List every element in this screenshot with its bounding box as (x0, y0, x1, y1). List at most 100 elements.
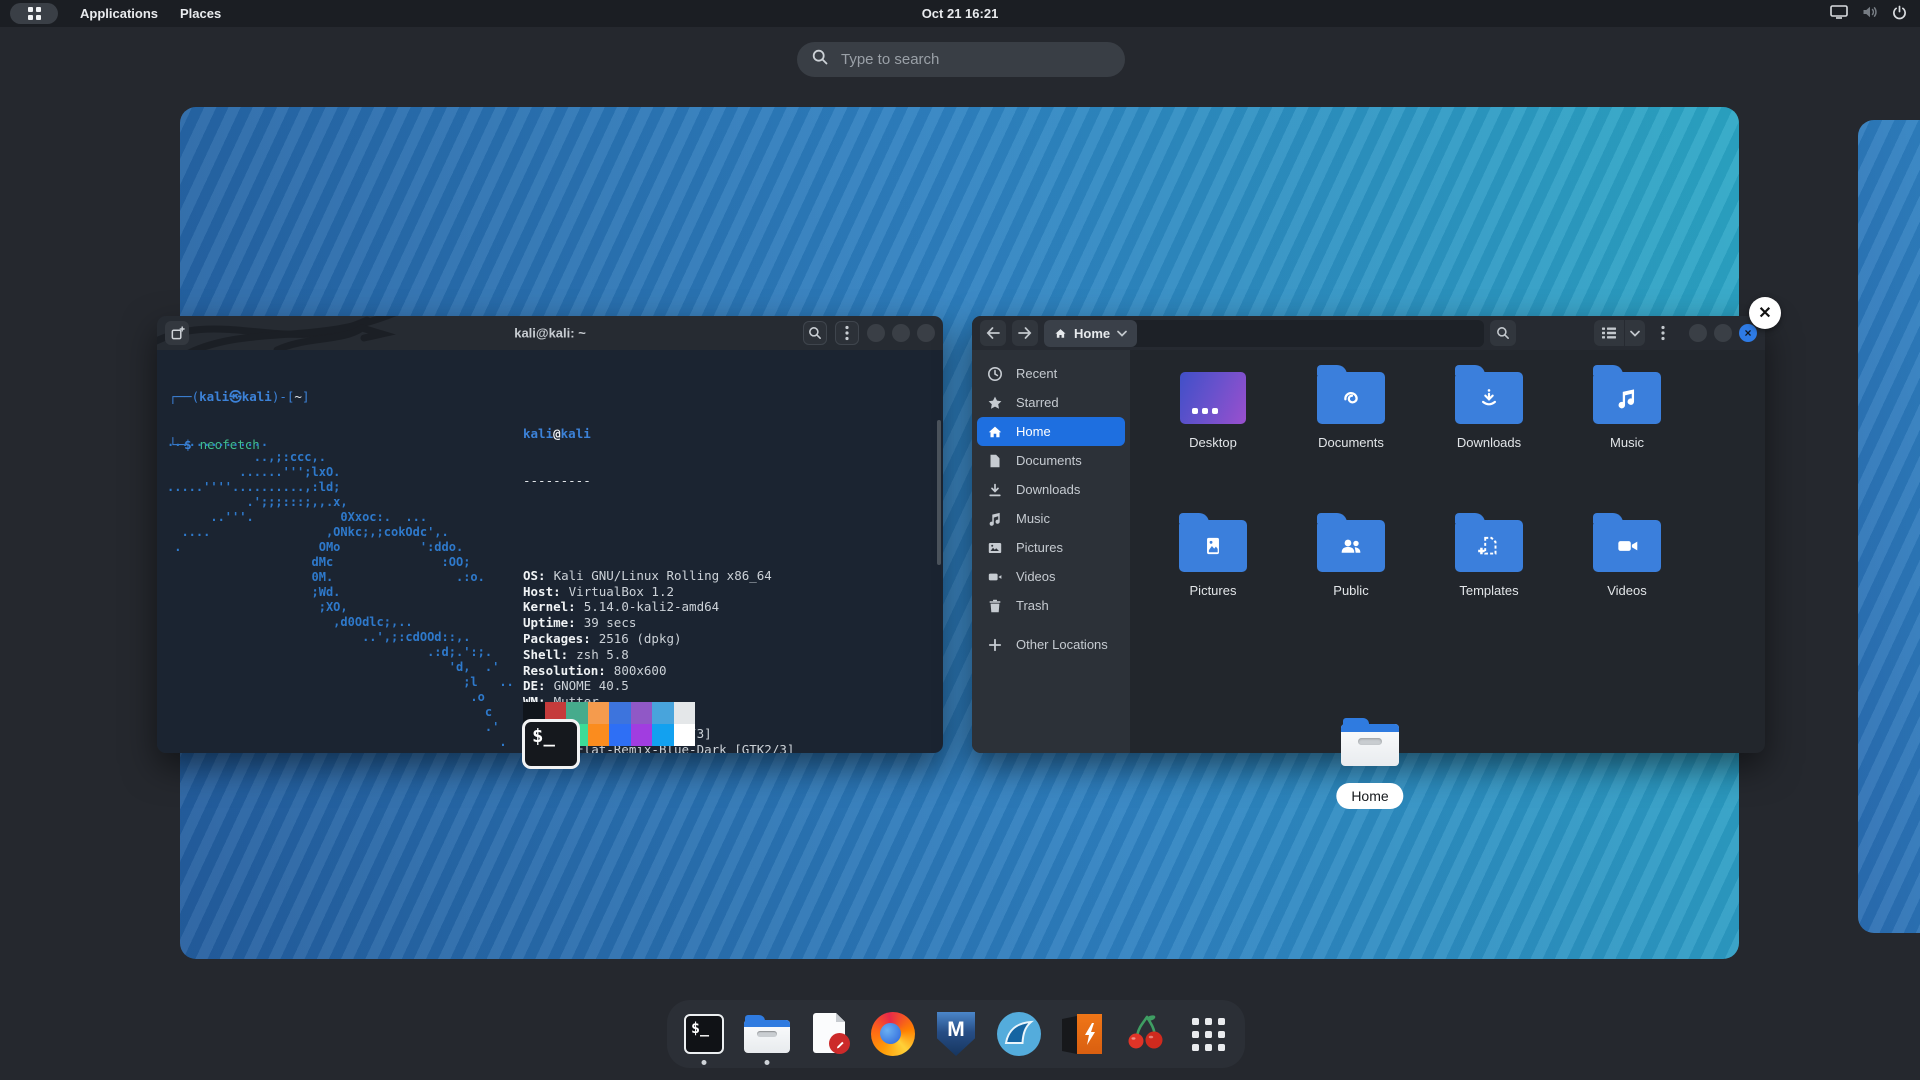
path-segment-home[interactable]: Home (1044, 320, 1137, 347)
sidebar-item[interactable]: Trash (977, 591, 1125, 620)
recent-icon (987, 366, 1003, 382)
neofetch-info-line: Host:VirtualBox 1.2 (523, 584, 802, 600)
file-grid-label: Public (1333, 583, 1368, 598)
terminal-search-button[interactable] (803, 321, 827, 345)
files-icon (744, 1015, 790, 1053)
location-bar[interactable]: Home (1044, 320, 1484, 347)
sidebar-item-label: Starred (1016, 395, 1059, 410)
files-app-badge (1341, 718, 1399, 766)
maximize-button[interactable] (892, 324, 910, 342)
path-label: Home (1074, 326, 1110, 341)
search-bar[interactable] (797, 42, 1125, 77)
dock-item-files[interactable] (744, 1011, 790, 1057)
sidebar-item[interactable]: Documents (977, 446, 1125, 475)
gnome-activities-overview: Applications Places Oct 21 16:21 (0, 0, 1920, 1080)
desktop-thumbnail-icon (1180, 372, 1246, 424)
terminal-window-controls (867, 324, 935, 342)
file-grid-item[interactable]: Downloads (1420, 362, 1558, 510)
file-grid-label: Videos (1607, 583, 1647, 598)
sidebar-item[interactable]: Music (977, 504, 1125, 533)
app-grid-dot (28, 15, 33, 20)
music-folder-icon (1593, 372, 1661, 424)
sidebar-item-label: Pictures (1016, 540, 1063, 555)
file-grid-item[interactable]: Music (1558, 362, 1696, 510)
metasploit-shield-icon: M (937, 1012, 975, 1056)
sidebar-item[interactable]: Home (977, 417, 1125, 446)
file-grid-item[interactable]: Videos (1558, 510, 1696, 658)
search-icon (812, 49, 828, 70)
kebab-menu-icon (845, 325, 849, 341)
list-view-button[interactable] (1594, 320, 1624, 346)
dock-item-cherrytree[interactable] (1122, 1011, 1168, 1057)
app-grid-dot (36, 7, 41, 12)
download-icon (987, 482, 1003, 498)
sidebar-item[interactable]: Other Locations (977, 630, 1125, 659)
file-grid-item[interactable]: Public (1282, 510, 1420, 658)
neofetch-info-line: DE:GNOME 40.5 (523, 678, 802, 694)
file-grid-item[interactable]: Templates (1420, 510, 1558, 658)
forward-button[interactable] (1012, 320, 1038, 346)
home-icon (987, 424, 1003, 440)
files-search-button[interactable] (1490, 320, 1516, 346)
window-close-overlay-button[interactable]: ✕ (1749, 297, 1781, 329)
dock-item-metasploit[interactable]: M (933, 1011, 979, 1057)
sidebar-item[interactable]: Videos (977, 562, 1125, 591)
sidebar-item[interactable]: Recent (977, 359, 1125, 388)
sidebar-item-label: Other Locations (1016, 637, 1108, 652)
new-tab-icon (170, 326, 185, 341)
terminal-scrollbar[interactable] (937, 420, 941, 565)
files-menu-button[interactable] (1651, 320, 1675, 346)
sidebar-item[interactable]: Starred (977, 388, 1125, 417)
sidebar-item-label: Home (1016, 424, 1051, 439)
palette-swatch (674, 724, 696, 746)
close-button[interactable]: × (1739, 324, 1757, 342)
app-grid-dot (28, 7, 33, 12)
search-input[interactable] (839, 50, 1110, 69)
dock-item-show-apps[interactable] (1185, 1011, 1231, 1057)
file-grid-item[interactable]: Documents (1282, 362, 1420, 510)
new-tab-button[interactable] (165, 321, 189, 345)
view-toggle (1594, 320, 1645, 346)
file-grid-label: Templates (1459, 583, 1518, 598)
back-button[interactable] (980, 320, 1006, 346)
minimize-button[interactable] (1689, 324, 1707, 342)
file-grid-item[interactable]: Desktop (1144, 362, 1282, 510)
search-icon (808, 326, 822, 340)
minimize-button[interactable] (867, 324, 885, 342)
palette-swatch (652, 702, 674, 724)
file-grid-item[interactable]: Pictures (1144, 510, 1282, 658)
window-files[interactable]: Home × (972, 316, 1765, 753)
sidebar-item-label: Videos (1016, 569, 1056, 584)
window-terminal[interactable]: kali@kali: ~ ┌──(kali㉿kali)-[~] └─$neofe… (157, 316, 943, 753)
downloads-folder-icon (1455, 372, 1523, 424)
places-menu[interactable]: Places (180, 6, 221, 21)
file-grid-label: Pictures (1190, 583, 1237, 598)
palette-swatch (609, 702, 631, 724)
dock-item-firefox[interactable] (870, 1011, 916, 1057)
applications-menu[interactable]: Applications (80, 6, 158, 21)
clock[interactable]: Oct 21 16:21 (922, 6, 999, 21)
sidebar-item-label: Music (1016, 511, 1050, 526)
app-grid-dot (36, 15, 41, 20)
file-grid-label: Downloads (1457, 435, 1521, 450)
kali-dragon-watermark (157, 316, 487, 350)
dock-item-terminal[interactable]: $_ (681, 1011, 727, 1057)
display-icon (1830, 5, 1848, 22)
terminal-menu-button[interactable] (835, 321, 859, 345)
maximize-button[interactable] (1714, 324, 1732, 342)
dock-item-burpsuite[interactable] (1059, 1011, 1105, 1057)
system-status-area[interactable] (1830, 0, 1907, 27)
sidebar-item[interactable]: Downloads (977, 475, 1125, 504)
text-editor-icon (810, 1012, 850, 1056)
files-window-controls: × (1689, 324, 1757, 342)
view-options-button[interactable] (1625, 320, 1645, 346)
close-button[interactable] (917, 324, 935, 342)
dock-item-wireshark[interactable] (996, 1011, 1042, 1057)
dock-item-text-editor[interactable] (807, 1011, 853, 1057)
top-bar: Applications Places Oct 21 16:21 (0, 0, 1920, 27)
palette-swatch (609, 724, 631, 746)
templates-folder-icon (1455, 520, 1523, 572)
activities-button[interactable] (10, 3, 58, 24)
sidebar-item[interactable]: Pictures (977, 533, 1125, 562)
workspace-next[interactable] (1858, 120, 1920, 933)
